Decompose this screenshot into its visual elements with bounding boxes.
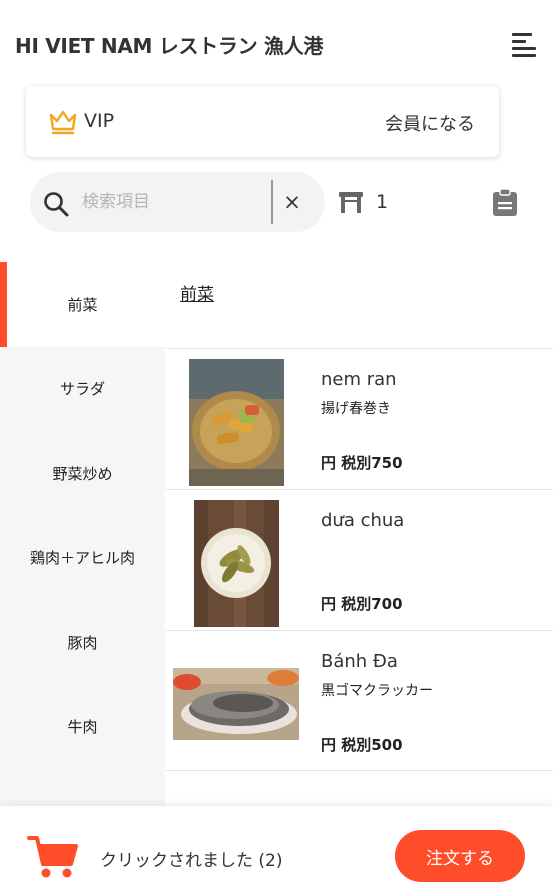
category-item-pork[interactable]: 豚肉 bbox=[0, 600, 165, 685]
dish-card[interactable]: dưa chua 円 税別700 bbox=[166, 489, 553, 630]
menu-list: 前菜 nem ran 揚げ春巻き 円 税別750 dưa chua 円 税別70… bbox=[166, 262, 553, 806]
category-label: 牛肉 bbox=[67, 718, 98, 737]
category-label: 豚肉 bbox=[67, 633, 98, 652]
category-label: 前菜 bbox=[67, 295, 98, 314]
dish-price: 円 税別700 bbox=[321, 595, 403, 613]
clear-search-button[interactable]: × bbox=[278, 188, 306, 216]
category-item-stir-fried-vegetables[interactable]: 野菜炒め bbox=[0, 431, 165, 516]
restaurant-title: HI VIET NAM レストラン 漁人港 bbox=[15, 34, 324, 58]
category-label: サラダ bbox=[59, 380, 105, 399]
place-order-button[interactable]: 注文する bbox=[395, 830, 525, 882]
table-icon bbox=[339, 192, 363, 213]
fried-spring-rolls-photo bbox=[189, 359, 284, 486]
pickled-vegetables-photo bbox=[194, 500, 279, 627]
category-label: 野菜炒め bbox=[52, 464, 113, 483]
dish-subtitle: 揚げ春巻き bbox=[321, 401, 391, 417]
search-icon bbox=[44, 192, 69, 217]
dish-price: 円 税別750 bbox=[321, 454, 403, 472]
cart-icon[interactable] bbox=[27, 834, 79, 880]
vip-label: VIP bbox=[84, 110, 115, 132]
header: HI VIET NAM レストラン 漁人港 bbox=[0, 0, 553, 85]
category-label: 鶏肉＋アヒル肉 bbox=[29, 549, 135, 568]
category-item-salad[interactable]: サラダ bbox=[0, 347, 165, 432]
category-item-appetizer[interactable]: 前菜 bbox=[0, 262, 165, 347]
dish-card[interactable]: nem ran 揚げ春巻き 円 税別750 bbox=[166, 348, 553, 489]
cart-status-text: クリックされました (2) bbox=[100, 851, 283, 871]
app-root: HI VIET NAM レストラン 漁人港 VIP 会員になる × 1 bbox=[0, 0, 553, 893]
bottom-bar: クリックされました (2) 注文する bbox=[0, 806, 553, 893]
dish-card[interactable]: Bánh Đa 黒ゴマクラッカー 円 税別500 bbox=[166, 630, 553, 771]
hamburger-menu-icon[interactable] bbox=[506, 28, 540, 60]
dish-name: Bánh Đa bbox=[321, 651, 398, 672]
black-sesame-cracker-photo bbox=[173, 668, 299, 740]
clipboard-icon[interactable] bbox=[492, 188, 518, 217]
become-member-link[interactable]: 会員になる bbox=[385, 110, 475, 136]
dish-name: dưa chua bbox=[321, 510, 405, 531]
category-sidebar: 前菜 サラダ 野菜炒め 鶏肉＋アヒル肉 豚肉 牛肉 bbox=[0, 262, 165, 806]
table-number: 1 bbox=[376, 191, 389, 213]
search-divider bbox=[271, 180, 273, 224]
category-item-chicken-duck[interactable]: 鶏肉＋アヒル肉 bbox=[0, 516, 165, 601]
search-input[interactable] bbox=[82, 186, 262, 218]
vip-membership-card[interactable]: VIP 会員になる bbox=[26, 86, 499, 157]
dish-name: nem ran bbox=[321, 369, 397, 390]
dish-price: 円 税別500 bbox=[321, 736, 403, 754]
category-item-beef[interactable]: 牛肉 bbox=[0, 685, 165, 770]
dish-subtitle: 黒ゴマクラッカー bbox=[321, 683, 433, 699]
section-title: 前菜 bbox=[180, 285, 214, 305]
crown-icon bbox=[49, 110, 77, 135]
search-box: × bbox=[30, 172, 325, 232]
list-divider bbox=[166, 770, 553, 771]
